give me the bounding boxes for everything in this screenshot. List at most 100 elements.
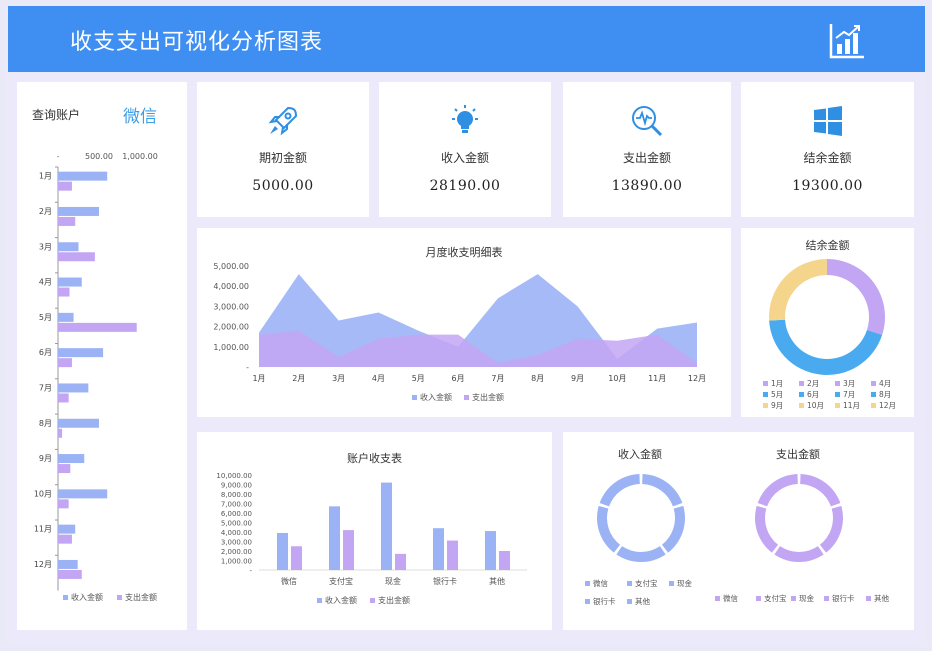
legend-label: 其他 (874, 593, 889, 603)
tick-label: 1,000.00 (221, 558, 252, 566)
legend-swatch (835, 381, 840, 386)
income-slice (616, 546, 666, 562)
bar-expense (58, 569, 82, 579)
kpi-card-opening: 期初金额 5000.00 (197, 82, 369, 217)
legend-label-income: 收入金额 (325, 595, 357, 605)
account-panel: 查询账户 微信 -500.00 1,000.00 1月 2月 3月 4月 5月 6月 7月 8月 9… (17, 82, 187, 630)
kpi-label: 结余金额 (803, 151, 852, 165)
category-label: 4月 (372, 374, 385, 383)
legend-swatch (585, 599, 590, 604)
category-label: 10月 (608, 374, 626, 383)
tick-label: 5,000.00 (221, 520, 252, 528)
legend-label: 2月 (807, 379, 819, 388)
bar-expense (58, 287, 70, 297)
page-title: 收支支出可视化分析图表 (70, 30, 324, 55)
category-label: 8月 (531, 374, 544, 383)
income-slice (661, 505, 685, 553)
category-label: 6月 (452, 374, 465, 383)
bar-expense (58, 216, 76, 226)
area-chart-card: 月度收支明细表 -1,000.00 2,000.00 3,000.00 4,000.0… (197, 228, 731, 417)
account-bar-chart: -1,000.00 2,000.003,000.00 4,000.005,000.0… (216, 472, 527, 605)
legend-swatch (763, 392, 768, 397)
monthly-bar-chart: - 500.00 1,000.00 1月 2月 3月 4月 5月 6月 7月 8月 9月 10月 11月 1… (34, 152, 158, 602)
category-label: 现金 (385, 576, 401, 586)
legend-swatch (799, 381, 804, 386)
legend-swatch (627, 599, 632, 604)
legend-swatch-expense (370, 598, 375, 603)
legend-label: 4月 (879, 379, 891, 388)
legend-label: 9月 (771, 401, 783, 410)
balance-donut-card: 结余金额 1月 2月 3月 4月 5月 6月 7月 8月 9月 10月 11月 12月 (741, 228, 914, 417)
category-label: 其他 (489, 576, 505, 586)
legend-swatch (756, 596, 761, 601)
kpi-card-expense: 支出金额 13890.00 (563, 82, 731, 217)
income-slice (597, 505, 621, 553)
account-bar-card: 账户收支表 -1,000.00 2,000.00 3,000.00 4,000.00 5… (197, 432, 552, 630)
legend-swatch (585, 581, 590, 586)
balance-slice (769, 319, 883, 375)
legend-label: 6月 (807, 390, 819, 399)
bar-expense (58, 393, 69, 403)
category-label: 6月 (39, 348, 52, 357)
bar-expense (58, 534, 72, 544)
category-label: 3月 (332, 374, 345, 383)
bar-income (433, 528, 444, 570)
windows-icon (813, 106, 842, 136)
kpi-value: 19300.00 (792, 178, 863, 194)
bar-income (58, 171, 108, 181)
category-label: 5月 (412, 374, 425, 383)
legend-label: 12月 (879, 401, 896, 410)
legend-swatch (835, 392, 840, 397)
legend-swatch (866, 596, 871, 601)
category-label: 12月 (34, 560, 52, 569)
kpi-value: 13890.00 (611, 178, 683, 194)
category-label: 2月 (39, 207, 52, 216)
category-label: 支付宝 (329, 576, 353, 586)
bar-income (58, 312, 74, 322)
category-label: 1月 (39, 172, 52, 181)
kpi-label: 支出金额 (622, 151, 671, 165)
bar-income (58, 418, 99, 428)
legend-label-expense: 支出金额 (125, 592, 157, 602)
tick-label: 1,000.00 (213, 343, 249, 352)
bar-income (58, 242, 79, 252)
kpi-card-balance: 结余金额 19300.00 (741, 82, 914, 217)
area-chart: - 1,000.00 2,000.00 3,000.00 4,000.00 5,000.0… (213, 262, 706, 402)
tick-label: - (249, 567, 252, 575)
kpi-label: 收入金额 (440, 151, 489, 165)
kpi-value: 5000.00 (252, 178, 314, 194)
category-label: 7月 (39, 383, 52, 392)
bar-expense (58, 499, 69, 509)
tick-label: 1,000.00 (122, 152, 158, 161)
legend-swatch (871, 392, 876, 397)
legend-swatch-expense (117, 595, 122, 600)
category-label: 微信 (281, 576, 297, 586)
legend-label: 现金 (677, 578, 692, 588)
lightbulb-icon (452, 105, 478, 133)
magnifier-chart-icon (632, 106, 663, 137)
bar-income (329, 506, 340, 570)
bar-expense (499, 551, 510, 570)
bar-income (277, 532, 288, 570)
tick-label: 3,000.00 (213, 302, 249, 311)
tick-label: 4,000.00 (221, 529, 252, 537)
legend-swatch (763, 381, 768, 386)
tick-label: 6,000.00 (221, 510, 252, 518)
legend-swatch (669, 581, 674, 586)
bar-income (381, 482, 392, 570)
legend-swatch-expense (464, 395, 469, 400)
legend-swatch (627, 581, 632, 586)
category-label: 2月 (292, 374, 305, 383)
legend-label: 支付宝 (635, 578, 658, 588)
expense-slice (774, 546, 824, 562)
account-donut-charts: 微信 支付宝 现金银行卡 其他 微信 支付宝 现金 银行卡 其他 (585, 474, 889, 606)
bar-expense (343, 530, 354, 570)
legend-label: 现金 (799, 593, 814, 603)
category-label: 5月 (39, 313, 52, 322)
bar-expense (58, 464, 71, 474)
legend-swatch (791, 596, 796, 601)
legend-label-expense: 支出金额 (378, 595, 410, 605)
legend-label: 5月 (771, 390, 783, 399)
legend-label: 3月 (843, 379, 855, 388)
bar-expense (447, 540, 458, 570)
